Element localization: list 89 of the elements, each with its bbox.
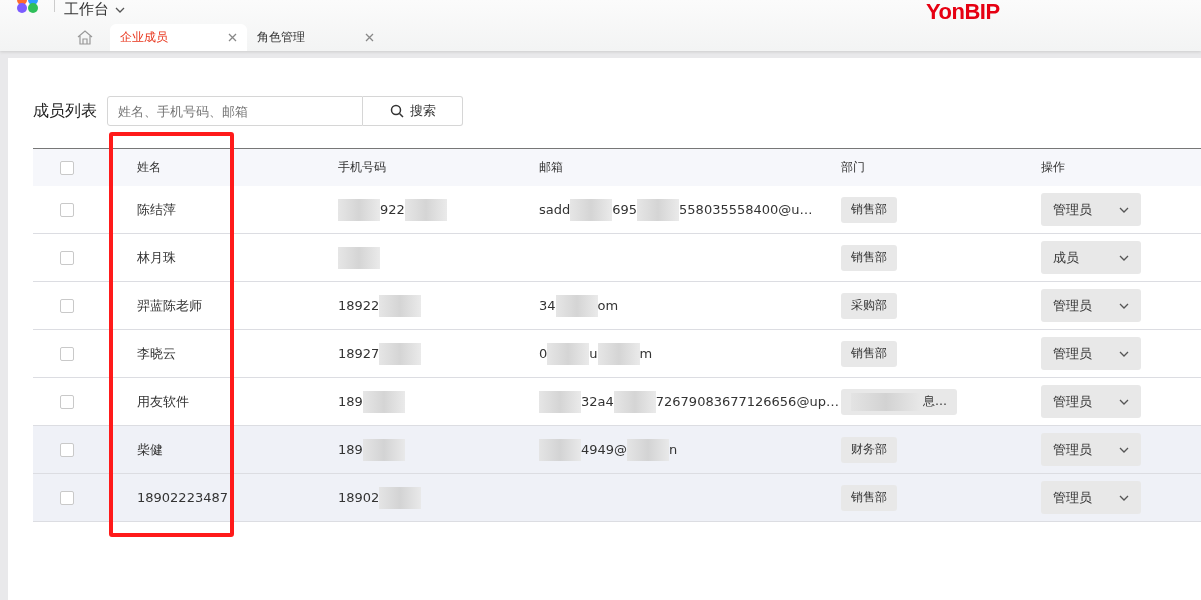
close-icon[interactable] bbox=[365, 33, 374, 42]
blurred-text bbox=[379, 342, 422, 365]
table-cell: 18902223487 bbox=[137, 490, 228, 505]
role-dropdown[interactable]: 成员 bbox=[1041, 241, 1141, 274]
table-cell: n bbox=[669, 442, 678, 457]
column-header: 姓名 bbox=[137, 160, 161, 174]
table-cell: sadd bbox=[539, 202, 571, 217]
department-tag: 采购部 bbox=[841, 292, 897, 319]
checkbox[interactable] bbox=[60, 394, 74, 409]
table-cell: u bbox=[589, 346, 598, 361]
blurred-text bbox=[404, 198, 447, 221]
blurred-text bbox=[555, 294, 598, 317]
table-cell: 0 bbox=[539, 346, 548, 361]
chevron-icon[interactable] bbox=[115, 6, 125, 13]
role-dropdown[interactable]: 管理员 bbox=[1041, 193, 1141, 226]
blurred-text bbox=[362, 438, 405, 461]
chevron-icon bbox=[1119, 398, 1129, 405]
department-tag: 销售部 bbox=[841, 196, 897, 223]
role-dropdown[interactable]: 管理员 bbox=[1041, 481, 1141, 514]
search-field[interactable]: 姓名、手机号码、邮箱 bbox=[107, 96, 363, 126]
column-header: 手机号码 bbox=[338, 160, 386, 174]
checkbox[interactable] bbox=[60, 202, 74, 217]
chevron-icon bbox=[1119, 446, 1129, 453]
column-header: 邮箱 bbox=[539, 160, 563, 174]
blurred-text bbox=[627, 438, 670, 461]
blurred-text bbox=[613, 390, 656, 413]
checkbox[interactable] bbox=[60, 346, 74, 361]
table-cell: 李晓云 bbox=[137, 345, 176, 361]
search-icon bbox=[389, 104, 404, 118]
blurred-text bbox=[379, 294, 422, 317]
blurred-text bbox=[539, 438, 581, 461]
department-tag: 财务部 bbox=[841, 436, 897, 463]
checkbox[interactable] bbox=[60, 160, 74, 175]
table-cell: m bbox=[639, 346, 653, 361]
table-cell: 189 bbox=[338, 394, 363, 409]
checkbox[interactable] bbox=[60, 298, 74, 313]
blurred-text bbox=[637, 198, 680, 221]
department-tag: 销售部 bbox=[841, 244, 897, 271]
table-cell: 用友软件 bbox=[137, 393, 189, 409]
table-cell: 695 bbox=[612, 202, 638, 217]
table-cell: 陈结萍 bbox=[137, 201, 176, 217]
table-cell: 922 bbox=[380, 202, 405, 217]
close-icon[interactable] bbox=[228, 33, 237, 42]
table-cell: 18922 bbox=[338, 298, 380, 313]
blurred-text bbox=[539, 390, 581, 413]
blurred-text bbox=[338, 246, 380, 269]
blurred-text bbox=[338, 198, 380, 221]
blurred-text bbox=[547, 342, 590, 365]
blurred-text bbox=[379, 486, 422, 509]
blurred-text bbox=[570, 198, 613, 221]
chevron-icon bbox=[1119, 302, 1129, 309]
role-dropdown[interactable]: 管理员 bbox=[1041, 433, 1141, 466]
table-cell: 18927 bbox=[338, 346, 380, 361]
table-cell: 18902 bbox=[338, 490, 380, 505]
tab[interactable]: 角色管理 bbox=[247, 24, 384, 51]
table-cell: 34 bbox=[539, 298, 556, 313]
table-cell: 羿蓝陈老师 bbox=[137, 297, 202, 313]
chevron-icon bbox=[1119, 254, 1129, 261]
role-dropdown[interactable]: 管理员 bbox=[1041, 337, 1141, 370]
chevron-icon bbox=[1119, 350, 1129, 357]
chevron-icon bbox=[1119, 206, 1129, 213]
blurred-text bbox=[597, 342, 640, 365]
home-icon[interactable] bbox=[77, 30, 93, 45]
search-button[interactable]: 搜索 bbox=[363, 96, 463, 126]
table-cell: 4949@ bbox=[581, 442, 628, 457]
department-tag: 销售部 bbox=[841, 484, 897, 511]
chevron-icon bbox=[1119, 494, 1129, 501]
role-dropdown[interactable]: 管理员 bbox=[1041, 289, 1141, 322]
department-tag: 销售部 bbox=[841, 340, 897, 367]
table-cell: om bbox=[597, 298, 619, 313]
table-cell: 558035558400@u… bbox=[679, 202, 813, 217]
tab[interactable]: 企业成员 bbox=[110, 24, 247, 51]
checkbox[interactable] bbox=[60, 490, 74, 505]
table-cell: 柴健 bbox=[137, 441, 163, 457]
column-header: 操作 bbox=[1041, 160, 1065, 174]
checkbox[interactable] bbox=[60, 250, 74, 265]
table-cell: 189 bbox=[338, 442, 363, 457]
role-dropdown[interactable]: 管理员 bbox=[1041, 385, 1141, 418]
department-tag: 息… bbox=[841, 388, 957, 415]
table-cell: 72679083677126656@up… bbox=[655, 394, 839, 409]
brand-logo: YonBIP bbox=[926, 0, 1000, 25]
column-header: 部门 bbox=[841, 160, 865, 174]
list-title: 成员列表 bbox=[33, 100, 97, 122]
logo-icon bbox=[16, 0, 40, 14]
blurred-text bbox=[362, 390, 405, 413]
checkbox[interactable] bbox=[60, 442, 74, 457]
table-cell: 32a4 bbox=[581, 394, 614, 409]
workspace-title[interactable]: 工作台 bbox=[64, 0, 109, 19]
table-cell: 林月珠 bbox=[137, 249, 176, 265]
